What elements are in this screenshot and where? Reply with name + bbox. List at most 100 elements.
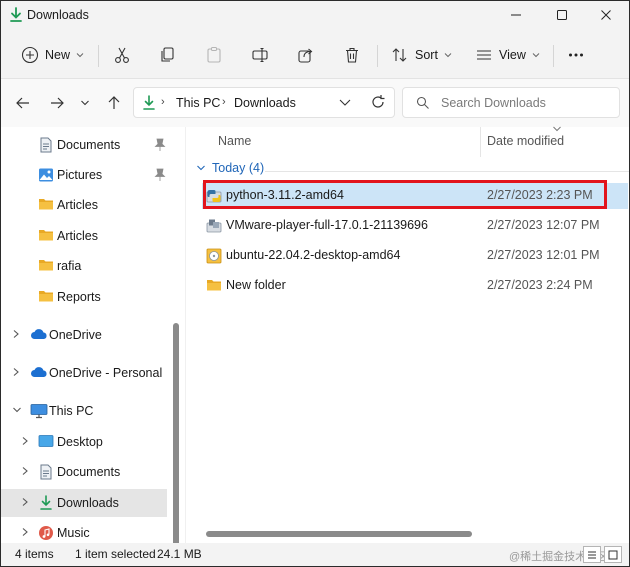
address-bar[interactable]: › This PC › Downloads [133,87,395,118]
forward-button[interactable] [45,91,69,115]
close-icon [601,10,611,20]
details-view-button[interactable] [583,546,601,563]
arrow-left-icon [16,97,29,109]
close-button[interactable] [583,1,629,29]
maximize-button[interactable] [539,1,585,29]
sidebar-item-label: Articles [57,229,98,243]
sidebar-item-label: Reports [57,290,101,304]
paste-button[interactable] [205,39,223,71]
computer-icon [30,404,48,419]
chevron-right-icon[interactable] [21,466,29,476]
file-row[interactable]: ubuntu-22.04.2-desktop-amd64 2/27/2023 1… [202,243,628,269]
file-name: ubuntu-22.04.2-desktop-amd64 [226,248,401,262]
chevron-right-icon[interactable] [21,497,29,507]
sidebar-item-documents[interactable]: Documents [1,458,177,486]
horizontal-scrollbar[interactable] [206,531,472,537]
chevron-down-icon [197,165,205,171]
sidebar-item-onedrive[interactable]: OneDrive [1,321,177,349]
title-bar: Downloads [1,1,629,31]
folder-icon [39,199,53,210]
python-installer-icon [206,190,222,203]
view-list-icon [477,50,491,60]
search-box[interactable]: Search Downloads [402,87,620,118]
folder-icon [207,280,221,291]
sort-caret-icon [553,126,561,132]
share-button[interactable] [297,39,315,71]
chevron-right-icon[interactable] [12,329,20,339]
details-view-icon [588,551,596,558]
group-header-today[interactable]: Today (4) [196,161,264,175]
chevron-right-icon[interactable] [12,367,20,377]
sidebar-item-label: OneDrive - Personal [49,366,163,380]
folder-icon [39,230,53,241]
music-icon [39,526,53,540]
breadcrumb-this-pc[interactable]: This PC [176,96,220,110]
back-button[interactable] [11,91,35,115]
sidebar-item-reports[interactable]: Reports [1,283,177,311]
file-explorer-window: Downloads New Sort View › This PC › Down… [0,0,630,567]
chevron-down-icon [532,53,540,58]
sidebar-item-desktop[interactable]: Desktop [1,428,177,456]
view-button[interactable]: View [475,39,540,71]
search-icon [416,96,429,109]
cut-button[interactable] [113,39,131,71]
downloads-icon [40,495,52,510]
pin-icon [154,138,166,151]
navigation-scrollbar[interactable] [173,323,179,543]
chevron-down-icon [339,99,351,106]
file-row[interactable]: New folder 2/27/2023 2:24 PM [202,273,628,299]
sort-label: Sort [415,48,438,62]
file-row[interactable]: python-3.11.2-amd64 2/27/2023 2:23 PM [202,183,628,209]
refresh-button[interactable] [370,94,386,113]
copy-button[interactable] [159,39,177,71]
recent-locations-button[interactable] [73,91,97,115]
file-name: New folder [226,278,286,292]
command-bar: New Sort View [1,31,629,79]
sidebar-item-this-pc[interactable]: This PC [1,397,177,425]
column-header-name[interactable]: Name [218,134,251,148]
column-separator[interactable] [480,127,481,157]
more-options-button[interactable] [567,39,585,71]
sort-button[interactable]: Sort [391,39,452,71]
more-icon [569,53,583,57]
sidebar-item-label: Downloads [57,496,119,510]
sidebar-item-onedrive-personal[interactable]: OneDrive - Personal [1,359,177,387]
address-dropdown-button[interactable] [338,94,352,113]
up-button[interactable] [102,91,126,115]
sidebar-item-pictures-pinned[interactable]: Pictures [1,161,177,189]
rename-button[interactable] [251,39,269,71]
sidebar-item-articles[interactable]: Articles [1,222,177,250]
sidebar-item-label: Music [57,526,90,540]
sidebar-item-music[interactable]: Music [1,519,177,543]
disc-image-icon [206,248,222,264]
selection-count: 1 item selected [75,547,156,561]
rename-icon [252,47,268,63]
column-header-date-modified[interactable]: Date modified [487,134,564,148]
sort-icon [392,48,407,62]
delete-button[interactable] [343,39,361,71]
toolbar-separator [98,45,99,67]
pin-icon [154,168,166,181]
minimize-button[interactable] [493,1,539,29]
file-list: Name Date modified Today (4) python-3.11… [185,126,629,543]
sidebar-item-articles[interactable]: Articles [1,191,177,219]
file-row[interactable]: VMware-player-full-17.0.1-21139696 2/27/… [202,213,628,239]
sidebar-item-downloads[interactable]: Downloads [1,489,167,517]
new-button[interactable]: New [21,39,84,71]
chevron-right-icon[interactable] [21,436,29,446]
chevron-down-icon[interactable] [12,405,22,415]
downloads-icon [10,7,22,22]
document-icon [40,464,52,480]
breadcrumb-downloads[interactable]: Downloads [234,96,296,110]
sidebar-item-rafia[interactable]: rafia [1,252,177,280]
address-row: › This PC › Downloads Search Downloads [1,79,629,127]
chevron-right-icon[interactable] [21,527,29,537]
sidebar-item-documents-pinned[interactable]: Documents [1,131,177,159]
arrow-up-icon [108,96,120,109]
tiles-view-button[interactable] [604,546,622,563]
navigation-pane: Documents Pictures Articles Articles raf… [1,127,185,543]
search-input[interactable]: Search Downloads [441,96,546,110]
paste-icon [207,47,221,63]
document-icon [40,137,52,153]
folder-icon [39,260,53,271]
